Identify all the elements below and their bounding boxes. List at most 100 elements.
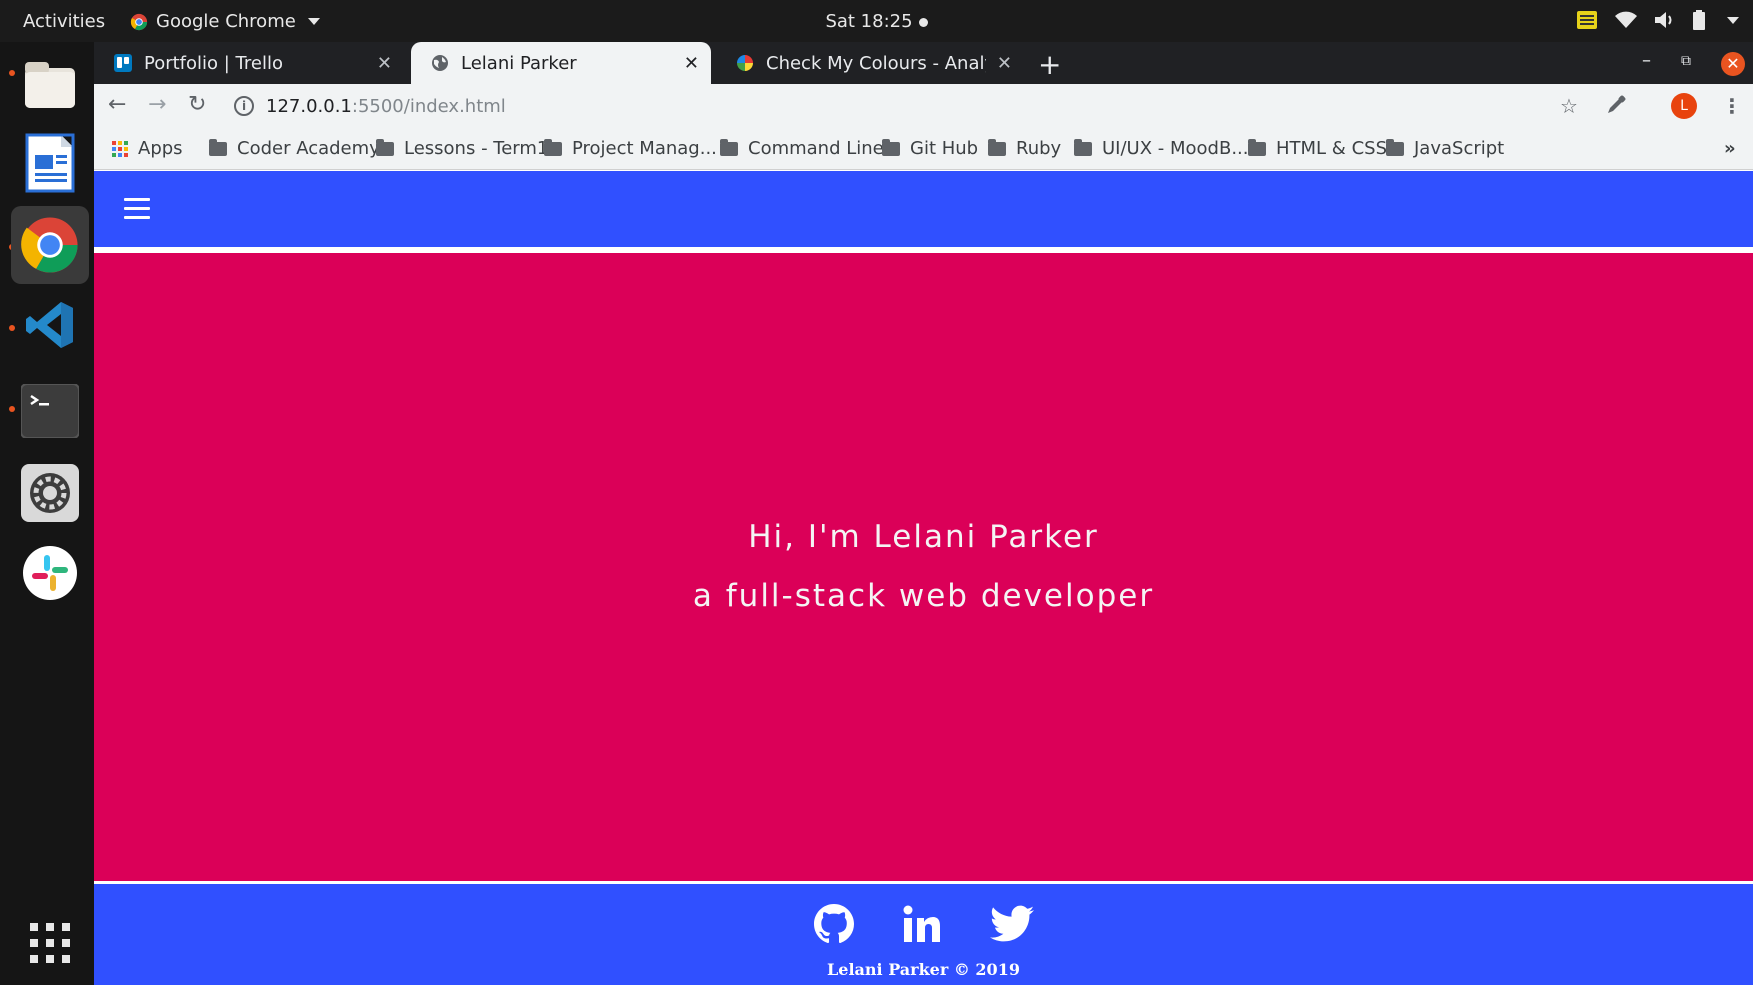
- clock[interactable]: Sat 18:25: [825, 11, 928, 32]
- folder-icon: [376, 138, 394, 156]
- wifi-icon[interactable]: [1615, 11, 1637, 29]
- app-menu[interactable]: Google Chrome: [130, 11, 320, 32]
- social-links: [94, 904, 1753, 944]
- folder-icon: [882, 138, 900, 156]
- bookmark-folder[interactable]: Project Manag...: [544, 138, 717, 159]
- url-path: :5500/index.html: [351, 95, 506, 117]
- activities-button[interactable]: Activities: [23, 11, 105, 32]
- tab-strip: Portfolio | Trello ✕ Lelani Parker ✕ Che…: [94, 42, 1753, 84]
- notes-indicator-icon[interactable]: [1577, 11, 1597, 29]
- hamburger-menu-icon[interactable]: [124, 198, 150, 220]
- tab-trello[interactable]: Portfolio | Trello ✕: [94, 42, 404, 84]
- bookmark-folder[interactable]: JavaScript: [1386, 138, 1504, 159]
- folder-icon: [720, 138, 738, 156]
- close-icon[interactable]: ✕: [684, 53, 699, 74]
- hero-section: Hi, I'm Lelani Parker a full-stack web d…: [94, 253, 1753, 881]
- maximize-button[interactable]: ⧉: [1681, 53, 1691, 69]
- bookmark-folder[interactable]: UI/UX - MoodB...: [1074, 138, 1249, 159]
- bookmark-label: UI/UX - MoodB...: [1102, 138, 1249, 159]
- settings-icon[interactable]: [19, 462, 81, 524]
- slack-icon[interactable]: [19, 542, 81, 604]
- bookmark-apps[interactable]: Apps: [112, 138, 183, 159]
- tab-title: Check My Colours - Analyse: [766, 52, 986, 74]
- hero-tagline: a full-stack web developer: [692, 578, 1155, 614]
- system-menu-chevron-icon[interactable]: [1727, 16, 1739, 24]
- reload-button[interactable]: ↻: [188, 92, 206, 117]
- folder-icon: [209, 138, 227, 156]
- folder-icon: [1074, 138, 1092, 156]
- github-icon[interactable]: [813, 904, 854, 944]
- bookmark-star-icon[interactable]: ☆: [1560, 94, 1578, 118]
- folder-icon: [1386, 138, 1404, 156]
- copyright-text: Lelani Parker © 2019: [827, 960, 1020, 979]
- minimize-button[interactable]: –: [1642, 50, 1651, 71]
- folder-icon: [544, 138, 562, 156]
- bookmark-label: JavaScript: [1414, 138, 1505, 159]
- address-bar[interactable]: i 127.0.0.1:5500/index.html: [234, 90, 1624, 122]
- new-tab-button[interactable]: +: [1038, 48, 1061, 81]
- bookmark-label: Coder Academy: [237, 138, 380, 159]
- folder-icon: [1248, 138, 1266, 156]
- site-info-icon[interactable]: i: [234, 96, 254, 116]
- notification-dot-icon: [918, 17, 928, 27]
- terminal-icon[interactable]: [19, 380, 81, 442]
- apps-grid-icon: [112, 140, 128, 157]
- profile-avatar[interactable]: L: [1671, 93, 1697, 119]
- chevron-down-icon: [307, 18, 320, 25]
- site-navbar: [94, 171, 1753, 250]
- back-button[interactable]: ←: [108, 92, 126, 117]
- bookmark-label: HTML & CSS: [1276, 138, 1387, 159]
- bookmark-label: Apps: [138, 138, 183, 159]
- files-icon[interactable]: [19, 54, 81, 116]
- eyedropper-extension-icon[interactable]: [1606, 95, 1626, 115]
- window-close-button[interactable]: ✕: [1721, 52, 1745, 76]
- system-tray[interactable]: [1577, 10, 1739, 30]
- color-wheel-icon: [737, 55, 753, 71]
- bookmark-folder[interactable]: HTML & CSS: [1248, 138, 1387, 159]
- tab-check-my-colours[interactable]: Check My Colours - Analyse ✕: [716, 42, 1024, 84]
- chrome-dock-icon[interactable]: [11, 206, 89, 284]
- linkedin-icon[interactable]: [902, 904, 942, 944]
- bookmark-folder[interactable]: Coder Academy: [209, 138, 380, 159]
- bookmark-label: Lessons - Term1: [404, 138, 549, 159]
- close-icon[interactable]: ✕: [997, 53, 1012, 74]
- folder-icon: [988, 138, 1006, 156]
- url-host: 127.0.0.1: [266, 95, 352, 117]
- running-indicator: [9, 325, 15, 331]
- dock: [0, 42, 94, 985]
- bookmark-folder[interactable]: Ruby: [988, 138, 1061, 159]
- show-apps-icon[interactable]: [19, 912, 81, 974]
- volume-icon[interactable]: [1655, 11, 1675, 29]
- globe-icon: [432, 55, 448, 71]
- forward-button[interactable]: →: [148, 92, 166, 117]
- bookmarks-bar: Apps Coder Academy Lessons - Term1 Proje…: [94, 128, 1753, 170]
- bookmark-folder[interactable]: Lessons - Term1: [376, 138, 548, 159]
- vscode-icon[interactable]: [19, 294, 81, 356]
- hero-greeting: Hi, I'm Lelani Parker: [748, 519, 1099, 555]
- bookmark-folder[interactable]: Command Line: [720, 138, 884, 159]
- site-footer: Lelani Parker © 2019: [94, 881, 1753, 985]
- chrome-window: Portfolio | Trello ✕ Lelani Parker ✕ Che…: [94, 42, 1753, 985]
- close-icon[interactable]: ✕: [377, 53, 392, 74]
- running-indicator: [9, 406, 15, 412]
- bookmark-label: Project Manag...: [572, 138, 717, 159]
- libreoffice-writer-icon[interactable]: [19, 132, 81, 194]
- bookmark-label: Ruby: [1016, 138, 1062, 159]
- twitter-icon[interactable]: [989, 904, 1034, 944]
- system-top-bar: Activities Google Chrome Sat 18:25: [0, 0, 1753, 42]
- menu-kebab-icon[interactable]: ⋮: [1722, 94, 1742, 118]
- clock-label: Sat 18:25: [825, 11, 913, 32]
- tab-lelani-parker[interactable]: Lelani Parker ✕: [411, 42, 711, 84]
- battery-icon[interactable]: [1693, 10, 1705, 30]
- tab-title: Portfolio | Trello: [144, 52, 283, 74]
- app-menu-label: Google Chrome: [156, 11, 296, 32]
- bookmark-label: Git Hub: [910, 138, 979, 159]
- chrome-icon: [130, 13, 148, 30]
- bookmark-folder[interactable]: Git Hub: [882, 138, 978, 159]
- browser-toolbar: ← → ↻ i 127.0.0.1:5500/index.html ☆ L ⋮: [94, 84, 1753, 128]
- web-page: Hi, I'm Lelani Parker a full-stack web d…: [94, 171, 1753, 985]
- bookmark-label: Command Line: [748, 138, 884, 159]
- bookmarks-overflow-button[interactable]: »: [1724, 138, 1736, 159]
- tab-title: Lelani Parker: [461, 52, 577, 74]
- trello-icon: [114, 54, 132, 72]
